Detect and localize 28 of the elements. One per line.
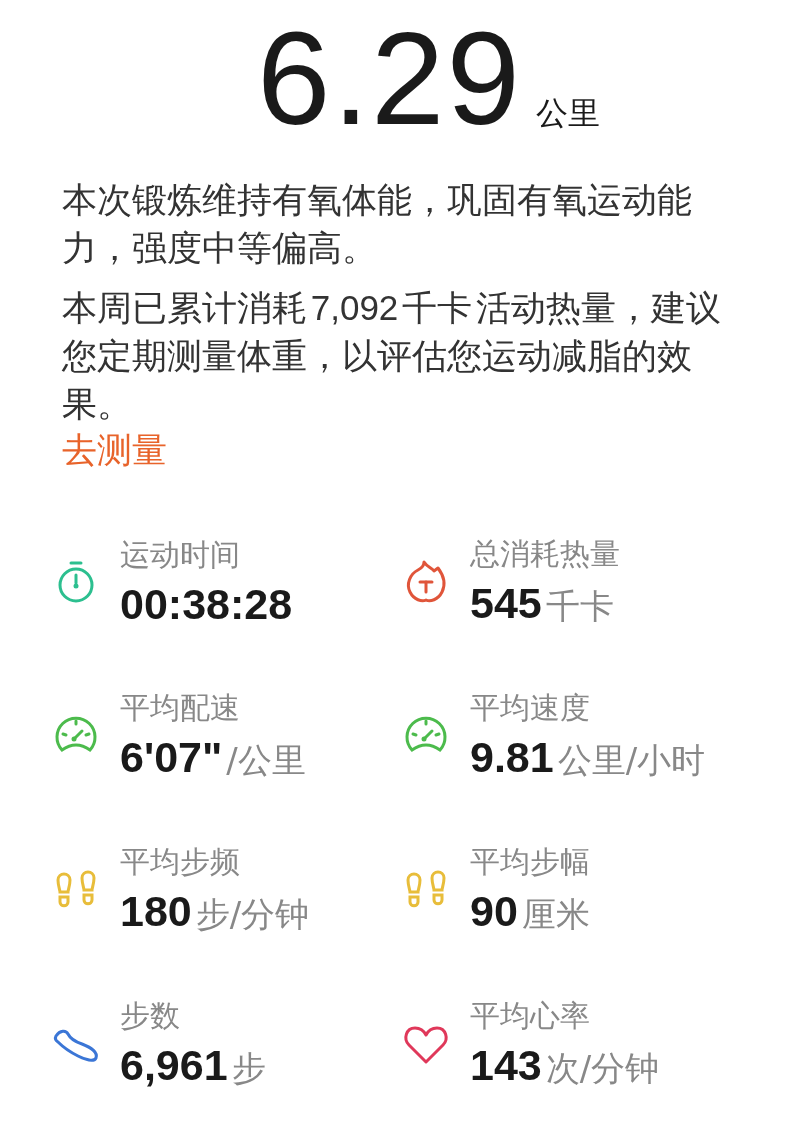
stat-label: 平均速度 (470, 689, 591, 727)
stat-unit: 公里/小时 (557, 739, 706, 782)
stat-value: 545 (470, 578, 542, 628)
summary-text: 本周已累计消耗 7,092 千卡 活动热量，建议您定期测量体重，以评估您运动减脂的效果。 (62, 287, 722, 425)
stat-label: 总消耗热量 (470, 535, 620, 573)
measure-link[interactable]: 去测量 (62, 426, 167, 474)
distance-unit: 公里 (535, 93, 600, 134)
stat-unit: /公里 (226, 739, 306, 782)
stat-unit: 千卡 (545, 585, 614, 628)
stat-label: 步数 (120, 997, 181, 1035)
stat-value: 180 (120, 886, 192, 936)
stat-value: 90 (470, 886, 518, 936)
stat-label: 平均步幅 (470, 843, 590, 881)
stat-unit: 步 (231, 1047, 266, 1090)
stat-unit: 厘米 (521, 893, 590, 936)
stat-unit: 步/分钟 (195, 893, 310, 936)
stat-value: 6,961 (120, 1040, 228, 1090)
distance-value: 6.29 (257, 4, 522, 154)
stat-value: 00:38:28 (120, 579, 293, 629)
stat-label: 平均心率 (470, 997, 591, 1035)
stat-value: 6'07" (120, 732, 223, 782)
stat-value: 143 (470, 1040, 542, 1090)
summary-text: 本次锻炼维持有氧体能，巩固有氧运动能力，强度中等偏高。 (62, 179, 693, 269)
stat-label: 运动时间 (120, 536, 241, 574)
stat-label: 平均步频 (120, 843, 241, 881)
stat-value: 9.81 (470, 732, 554, 782)
stat-unit: 次/分钟 (545, 1047, 660, 1090)
stat-label: 平均配速 (120, 689, 241, 727)
